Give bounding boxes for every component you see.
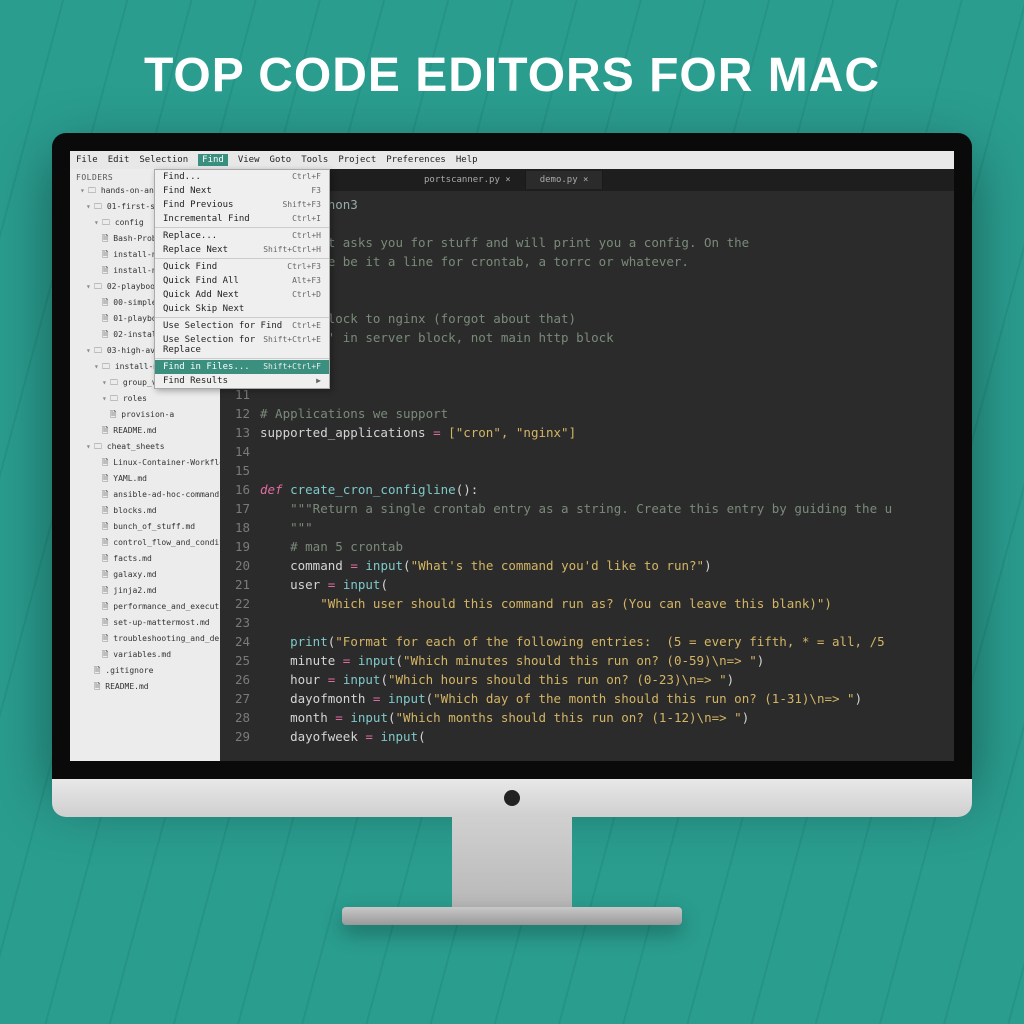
code-line[interactable] [260,461,954,480]
file-item[interactable]: 🗎 jinja2.md [70,584,220,600]
menu-item[interactable]: Find...Ctrl+F [155,170,329,184]
file-item[interactable]: 🗎 README.md [70,424,220,440]
code-line[interactable]: minute = input("Which minutes should thi… [260,651,954,670]
editor-window: File Edit Selection Find View Goto Tools Projec… [70,151,954,761]
menu-find[interactable]: Find [198,154,228,166]
menu-item[interactable]: Find NextF3 [155,184,329,198]
monitor-stand-base [342,907,682,925]
menu-item[interactable]: Quick Find AllAlt+F3 [155,274,329,288]
tab-bar[interactable]: portscanner.py ×demo.py × [220,169,954,191]
menu-item[interactable]: Quick FindCtrl+F3 [155,260,329,274]
menu-project[interactable]: Project [338,155,376,165]
code-line[interactable]: print("Format for each of the following … [260,632,954,651]
code-line[interactable]: hour = input("Which hours should this ru… [260,670,954,689]
code-line[interactable]: user = input( [260,575,954,594]
code-line[interactable]: # Applications we support [260,404,954,423]
menu-view[interactable]: View [238,155,260,165]
tab[interactable]: portscanner.py × [410,171,526,189]
code-line[interactable]: month = input("Which months should this … [260,708,954,727]
file-item[interactable]: 🗎 bunch_of_stuff.md [70,520,220,536]
code-line[interactable] [260,271,954,290]
code-line[interactable]: def create_cron_configline(): [260,480,954,499]
file-item[interactable]: 🗎 set-up-mattermost.md [70,616,220,632]
menubar[interactable]: File Edit Selection Find View Goto Tools Projec… [70,151,954,169]
code-line[interactable]: d where it asks you for stuff and will p… [260,233,954,252]
folder-item[interactable]: ▾🗀 roles [70,392,220,408]
file-item[interactable]: 🗎 Linux-Container-Workflow.m [70,456,220,472]
file-item[interactable]: 🗎 ansible-ad-hoc-commands [70,488,220,504]
menu-item[interactable]: Replace NextShift+Ctrl+H [155,243,329,257]
code-line[interactable] [260,347,954,366]
menu-edit[interactable]: Edit [108,155,130,165]
tab[interactable]: demo.py × [526,171,604,189]
menu-help[interactable]: Help [456,155,478,165]
file-item[interactable]: 🗎 variables.md [70,648,220,664]
menu-file[interactable]: File [76,155,98,165]
menu-item[interactable]: Use Selection for ReplaceShift+Ctrl+E [155,333,329,357]
monitor-chin [52,779,972,817]
menu-goto[interactable]: Goto [270,155,292,165]
menu-tools[interactable]: Tools [301,155,328,165]
menu-preferences[interactable]: Preferences [386,155,446,165]
code-line[interactable]: """Return a single crontab entry as a st… [260,499,954,518]
menu-item[interactable]: Find Results▶ [155,374,329,388]
menu-item[interactable]: Find in Files...Shift+Ctrl+F [155,360,329,374]
code-line[interactable] [260,214,954,233]
file-item[interactable]: 🗎 blocks.md [70,504,220,520]
file-item[interactable]: 🗎 performance_and_execution [70,600,220,616]
code-line[interactable]: server' block to nginx (forgot about tha… [260,309,954,328]
page-headline: TOP CODE EDITORS FOR MAC [0,0,1024,133]
monitor-stand-neck [452,817,572,907]
file-item[interactable]: 🗎 YAML.md [70,472,220,488]
code-line[interactable] [260,442,954,461]
code-line[interactable]: "Which user should this command run as? … [260,594,954,613]
file-item[interactable]: 🗎 facts.md [70,552,220,568]
code-line[interactable]: """ [260,518,954,537]
menu-item[interactable]: Find PreviousShift+F3 [155,198,329,212]
editor-area: portscanner.py ×demo.py × 12345678910111… [220,169,954,761]
folder-item[interactable]: ▾🗀 cheat_sheets [70,440,220,456]
code-line[interactable]: dayofweek = input( [260,727,954,746]
menu-selection[interactable]: Selection [139,155,188,165]
code-line[interactable] [260,385,954,404]
code-line[interactable] [260,290,954,309]
file-item[interactable]: 🗎 troubleshooting_and_debugg [70,632,220,648]
menu-item[interactable]: Replace...Ctrl+H [155,229,329,243]
menu-item[interactable]: Incremental FindCtrl+I [155,212,329,226]
file-item[interactable]: 🗎 galaxy.md [70,568,220,584]
code-line[interactable]: dayofmonth = input("Which day of the mon… [260,689,954,708]
menu-item[interactable]: Quick Add NextCtrl+D [155,288,329,302]
code-line[interactable]: line. Like be it a line for crontab, a t… [260,252,954,271]
code-line[interactable]: supported_applications = ["cron", "nginx… [260,423,954,442]
file-item[interactable]: 🗎 control_flow_and_conditiona [70,536,220,552]
code-line[interactable]: n/env python3 [260,195,954,214]
code-line[interactable]: # man 5 crontab [260,537,954,556]
file-item[interactable]: 🗎 README.md [70,680,220,696]
file-item[interactable]: 🗎 provision-a [70,408,220,424]
code-line[interactable] [260,366,954,385]
monitor-mockup: File Edit Selection Find View Goto Tools Projec… [52,133,972,925]
code-line[interactable] [260,613,954,632]
code-view[interactable]: 1234567891011121314151617181920212223242… [220,191,954,746]
code-line[interactable]: 'location' in server block, not main htt… [260,328,954,347]
code-line[interactable]: command = input("What's the command you'… [260,556,954,575]
menu-item[interactable]: Use Selection for FindCtrl+E [155,319,329,333]
file-item[interactable]: 🗎 .gitignore [70,664,220,680]
find-menu-dropdown[interactable]: Find...Ctrl+FFind NextF3Find PreviousShi… [154,169,330,389]
menu-item[interactable]: Quick Skip Next [155,302,329,316]
